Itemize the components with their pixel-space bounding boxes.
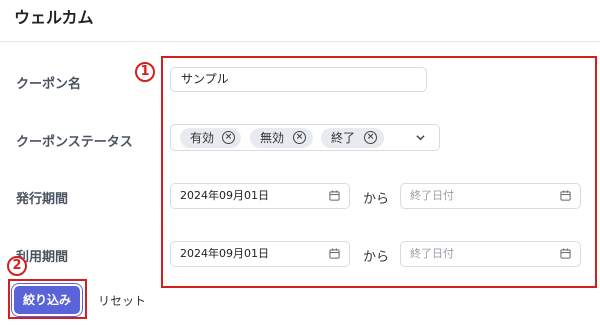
top-bar: ウェルカム <box>0 0 600 42</box>
reset-button[interactable]: リセット <box>98 292 146 309</box>
annotation-badge-1: 1 <box>135 62 155 82</box>
annotation-box-1 <box>161 56 597 288</box>
issue-period-label: 発行期間 <box>16 192 69 207</box>
coupon-status-label: クーポンステータス <box>16 135 133 150</box>
annotation-badge-2: 2 <box>7 256 27 276</box>
filter-button[interactable]: 絞り込み <box>14 286 80 314</box>
page-title: ウェルカム <box>14 8 94 27</box>
coupon-name-label: クーポン名 <box>16 77 82 92</box>
